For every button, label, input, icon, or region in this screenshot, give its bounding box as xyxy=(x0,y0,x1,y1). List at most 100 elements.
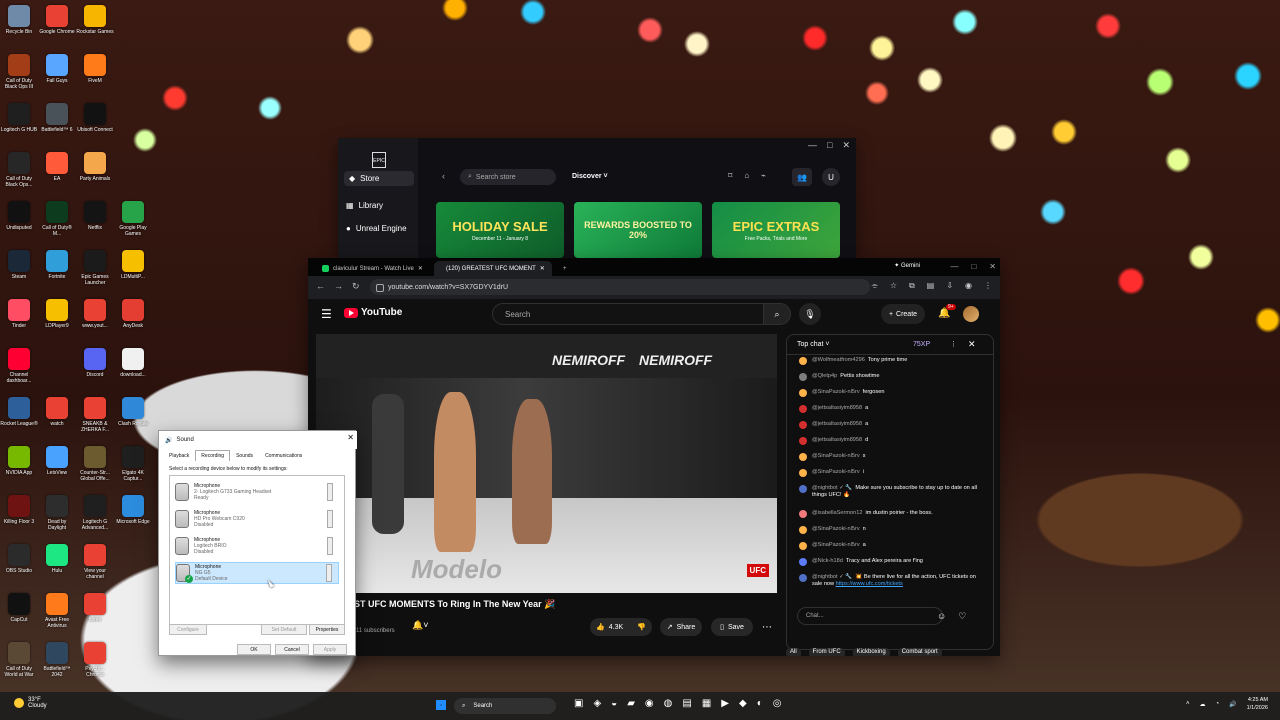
chat-author[interactable]: @SinaPazoki-nl5rv xyxy=(812,542,860,548)
desktop-icon-31[interactable]: NVIDIA App xyxy=(0,446,38,492)
desktop-icon-24[interactable]: Channel dashboar... xyxy=(0,348,38,394)
store-icon[interactable]: ▤ xyxy=(682,698,691,709)
chrome-icon[interactable]: ◉ xyxy=(645,698,654,709)
taskbar-search[interactable]: ⌕ Search xyxy=(454,698,556,714)
tab-playback[interactable]: Playback xyxy=(163,450,195,461)
desktop-icon-35[interactable]: Killing Floor 3 xyxy=(0,495,38,541)
chat-author[interactable]: @SinaPazoki-nl5rv xyxy=(812,469,860,475)
subscription-bell-icon[interactable]: 🔔˅ xyxy=(412,620,428,631)
desktop-icon-26[interactable]: download... xyxy=(114,348,152,394)
desktop-icon-46[interactable]: Battlefield™ 2042 xyxy=(38,642,76,688)
desktop-icon-43[interactable]: Avast Free Antivirus xyxy=(38,593,76,639)
network-icon[interactable]: ◔ xyxy=(1215,701,1219,707)
desktop-icon-45[interactable]: Call of Duty World at War xyxy=(0,642,38,688)
minimize-icon[interactable]: — xyxy=(808,140,817,151)
desktop-icon-5[interactable]: FiveM xyxy=(76,54,114,100)
desktop-icon-19[interactable]: LDMultiP... xyxy=(114,250,152,296)
recording-device-row[interactable]: Microphone Logitech BRIO Disabled xyxy=(175,535,339,557)
close-chat-icon[interactable]: ✕ xyxy=(968,339,976,350)
desktop-icon-1[interactable]: Google Chrome xyxy=(38,5,76,51)
sidebar-item-unreal-engine[interactable]: ● Unreal Engine xyxy=(346,224,416,233)
sidebar-item-store[interactable]: ◆ Store xyxy=(344,171,414,186)
desktop-icon-4[interactable]: Fall Guys xyxy=(38,54,76,100)
chat-author[interactable]: @jettsaltasiyim8958 xyxy=(812,421,862,427)
desktop-icon-37[interactable]: Logitech G Advanced... xyxy=(76,495,114,541)
desktop-icon-14[interactable]: Netflix xyxy=(76,201,114,247)
save-button[interactable]: ▯ Save xyxy=(711,618,753,636)
recording-device-row[interactable]: MicrophoneNG G5Default Device xyxy=(175,562,339,584)
new-tab-button[interactable]: + xyxy=(555,261,573,276)
tab-recording[interactable]: Recording xyxy=(195,450,231,461)
filter-chip[interactable]: All xyxy=(786,648,801,656)
clock[interactable]: 4:25 AM 1/1/2026 xyxy=(1247,696,1268,712)
address-bar[interactable]: youtube.com/watch?v=SX7GDYV1drU xyxy=(370,279,870,295)
desktop-icon-15[interactable]: Google Play Games xyxy=(114,201,152,247)
desktop-icon-11[interactable]: Party Animals xyxy=(76,152,114,198)
chat-menu-icon[interactable]: ⋮ xyxy=(950,340,957,348)
desktop-icon-30[interactable]: Clash Royale xyxy=(114,397,152,443)
chat-author[interactable]: @isabellaSermon12 xyxy=(812,510,862,516)
desktop-icon-41[interactable]: View your channel xyxy=(76,544,114,590)
desktop-icon-16[interactable]: Steam xyxy=(0,250,38,296)
recording-device-row[interactable]: Microphone 2- Logitech G733 Gaming Headse… xyxy=(175,481,339,503)
star-icon[interactable]: ☆ xyxy=(890,281,897,291)
gemini-button[interactable]: ✦ Gemini xyxy=(894,262,920,269)
cart-icon[interactable]: ⌁ xyxy=(761,171,766,180)
reload-icon[interactable]: ↻ xyxy=(352,281,360,292)
configure-button[interactable]: Configure xyxy=(169,624,207,635)
tab-close-icon[interactable]: ✕ xyxy=(418,265,423,272)
filter-chip[interactable]: Combat sport xyxy=(897,648,942,656)
like-dislike-buttons[interactable]: 👍 4.3K 👎 xyxy=(590,618,652,636)
tab-youtube[interactable]: (120) GREATEST UFC MOMENT ✕ xyxy=(434,261,552,276)
chat-input[interactable]: Chat... xyxy=(797,607,943,625)
tab-close-icon[interactable]: ✕ xyxy=(540,265,545,272)
file-explorer-icon[interactable]: ▰ xyxy=(627,698,635,709)
minimize-icon[interactable]: — xyxy=(950,262,958,271)
tab-communications[interactable]: Communications xyxy=(259,450,308,461)
more-icon[interactable]: ⋮ xyxy=(984,281,992,291)
weather-widget[interactable]: 33°F Cloudy xyxy=(14,697,47,709)
edge-icon[interactable]: ◒ xyxy=(611,698,617,709)
steam-icon[interactable]: ◐ xyxy=(757,698,763,709)
properties-button[interactable]: Properties xyxy=(309,624,345,635)
heart-icon[interactable]: ♡ xyxy=(958,611,966,622)
cast-icon[interactable]: ⌯ xyxy=(871,281,877,291)
discord-icon[interactable]: ◍ xyxy=(664,698,673,709)
desktop-icon-36[interactable]: Dead by Daylight xyxy=(38,495,76,541)
chat-author[interactable]: @nightbot ✓ 🔧 xyxy=(812,574,852,580)
chat-author[interactable]: @jettsaltasiyim8958 xyxy=(812,405,862,411)
chat-author[interactable]: @nightbot ✓ 🔧 xyxy=(812,485,852,491)
ticket-link[interactable]: https://www.ufc.com/tickets xyxy=(836,581,903,587)
calculator-icon[interactable]: ▦ xyxy=(702,698,711,709)
top-chat-selector[interactable]: Top chat ˅ xyxy=(797,341,830,348)
extensions-icon[interactable]: ⧉ xyxy=(909,281,915,291)
close-icon[interactable]: ✕ xyxy=(989,262,996,271)
gift-icon[interactable]: ⌂ xyxy=(744,171,749,180)
ok-button[interactable]: OK xyxy=(237,644,271,655)
epic-extras-banner[interactable]: EPIC EXTRAS Free Packs, Trials and More xyxy=(712,202,840,258)
maximize-icon[interactable]: □ xyxy=(827,140,832,151)
desktop-icon-7[interactable]: Battlefield™ 6 xyxy=(38,103,76,149)
split-view-icon[interactable]: ▤ xyxy=(927,281,935,291)
avatar[interactable] xyxy=(963,306,979,322)
desktop-icon-33[interactable]: Counter-Str... Global Offe... xyxy=(76,446,114,492)
desktop-icon-0[interactable]: Recycle Bin xyxy=(0,5,38,51)
rewards-banner[interactable]: REWARDS BOOSTED TO 20% xyxy=(574,202,702,258)
chat-author[interactable]: @SinaPazoki-nl5rv xyxy=(812,526,860,532)
desktop-icon-42[interactable]: CapCut xyxy=(0,593,38,639)
desktop-icon-20[interactable]: Tinder xyxy=(0,299,38,345)
filter-chip[interactable]: From UFC xyxy=(808,648,845,656)
volume-icon[interactable]: 🔊 xyxy=(1229,701,1236,708)
desktop-icon-28[interactable]: watch xyxy=(38,397,76,443)
tab-sounds[interactable]: Sounds xyxy=(230,450,259,461)
desktop-icon-22[interactable]: www.yout... xyxy=(76,299,114,345)
forward-icon[interactable]: → xyxy=(334,281,343,291)
back-icon[interactable]: ← xyxy=(316,281,325,291)
profile-icon[interactable]: ◉ xyxy=(965,281,972,291)
media-player-icon[interactable]: ▶ xyxy=(721,698,729,709)
sidebar-item-library[interactable]: ▦ Library xyxy=(346,201,416,210)
chat-author[interactable]: @Nick-h18d xyxy=(812,558,843,564)
obs-icon[interactable]: ◎ xyxy=(773,698,782,709)
desktop-icon-39[interactable]: OBS Studio xyxy=(0,544,38,590)
filter-chip[interactable]: Kickboxing xyxy=(852,648,890,656)
